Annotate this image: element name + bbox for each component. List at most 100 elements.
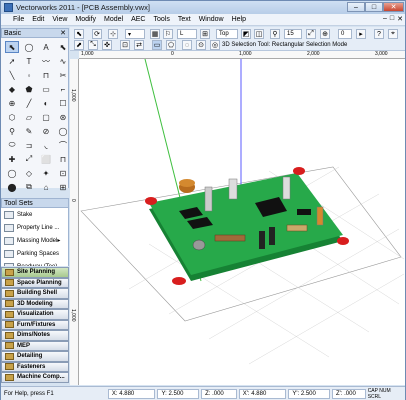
tool-icon[interactable]: ✦ (39, 167, 53, 179)
tool-icon[interactable]: ⬤ (5, 181, 19, 193)
zoom-field[interactable]: 15 (284, 29, 302, 39)
next-icon[interactable]: ▸ (356, 29, 366, 39)
title-bar[interactable]: Vectorworks 2011 - [PCB Assembly.vwx] – … (1, 1, 405, 14)
crystal[interactable] (204, 186, 213, 212)
tool-icon[interactable]: 〰 (39, 55, 53, 67)
tool-icon[interactable]: ◆ (5, 83, 19, 95)
resistor[interactable] (214, 234, 246, 242)
layer-field[interactable]: L (177, 29, 197, 39)
basic-palette-close-icon[interactable]: ✕ (60, 29, 66, 38)
y-field[interactable]: Y: 2.500 (157, 388, 200, 399)
tool-icon[interactable]: ▢ (39, 111, 53, 123)
page-field[interactable]: 0 (338, 29, 352, 39)
drawing-area[interactable] (79, 59, 405, 385)
tool-set-button[interactable]: Dims/Notes (1, 330, 69, 341)
tool-icon[interactable]: ☐ (56, 97, 70, 109)
tool-icon[interactable]: ⊓ (39, 69, 53, 81)
fit-icon[interactable]: ⤢ (306, 29, 316, 39)
tool-icon[interactable]: ⬉ (5, 41, 19, 53)
tool-set-button[interactable]: Space Planning (1, 277, 69, 288)
view-field[interactable]: Top (216, 29, 238, 39)
tool-icon[interactable]: T (22, 55, 36, 67)
menu-aec[interactable]: AEC (127, 16, 149, 23)
grid-icon[interactable]: ▦ (150, 29, 160, 39)
tool-icon[interactable]: ⌂ (39, 181, 53, 193)
bumper-foot[interactable] (172, 277, 186, 285)
resistor[interactable] (228, 178, 238, 200)
z-field[interactable]: Z: .000 (201, 388, 237, 399)
doc-close-button[interactable]: ✕ (397, 15, 403, 23)
y-prime-field[interactable]: Y': 2.500 (288, 388, 330, 399)
flip-icon[interactable]: ⇄ (134, 40, 144, 50)
bumper-foot[interactable] (145, 197, 157, 205)
menu-tools[interactable]: Tools (150, 16, 174, 23)
tool-icon[interactable]: ◇ (22, 167, 36, 179)
rect-select-icon[interactable]: ▭ (152, 40, 162, 50)
tool-set-button[interactable]: MEP (1, 340, 69, 351)
ic-chip[interactable] (297, 209, 311, 215)
tool-icon[interactable]: ⊛ (56, 111, 70, 123)
menu-view[interactable]: View (48, 16, 71, 23)
tool-icon[interactable]: ◐ (39, 97, 53, 109)
help-icon[interactable]: ? (374, 29, 384, 39)
rotate-mode-icon[interactable]: ⟳ (92, 29, 102, 39)
tool-icon[interactable]: ╱ (22, 97, 36, 109)
tool-icon[interactable]: ▱ (22, 111, 36, 123)
menu-edit[interactable]: Edit (28, 16, 48, 23)
group-icon[interactable]: ⊡ (120, 40, 130, 50)
tool-set-list-item[interactable]: Massing Model▸ (1, 234, 68, 247)
close-button[interactable]: ✕ (383, 2, 404, 12)
menu-help[interactable]: Help (228, 16, 250, 23)
selection-mode-1-icon[interactable]: ⬈ (74, 40, 84, 50)
tool-icon[interactable]: ✂ (56, 69, 70, 81)
resistor[interactable] (286, 224, 308, 232)
transistor[interactable] (192, 239, 206, 251)
render-mode-icon[interactable]: ◩ (241, 29, 251, 39)
tool-sets-title[interactable]: Tool Sets (1, 198, 69, 208)
x-field[interactable]: X: 4.880 (107, 388, 156, 399)
poly-select-icon[interactable]: ⬠ (166, 40, 176, 50)
tool-icon[interactable]: ⌒ (56, 139, 70, 151)
tool-icon[interactable]: ✚ (5, 153, 19, 165)
z-prime-field[interactable]: Z': .000 (331, 388, 366, 399)
tool-set-button[interactable]: Site Planning (1, 267, 69, 278)
tool-icon[interactable]: ⬟ (22, 83, 36, 95)
tool-set-list-item[interactable]: Parking Spaces (1, 247, 68, 260)
menu-modify[interactable]: Modify (71, 16, 100, 23)
bumper-foot[interactable] (337, 237, 349, 245)
lasso-icon[interactable]: ◌ (182, 40, 192, 50)
minimize-button[interactable]: – (347, 2, 365, 12)
tool-icon[interactable]: ⊕ (5, 97, 19, 109)
tool-set-button[interactable]: Furn/Fixtures (1, 319, 69, 330)
tool-icon[interactable]: ⊡ (56, 167, 70, 179)
jumper[interactable] (259, 231, 265, 249)
top-ruler[interactable]: 1,000 0 1,000 2,000 3,000 (79, 51, 405, 59)
left-ruler[interactable]: 1,000 0 1,000 (70, 59, 79, 385)
resistor[interactable] (316, 206, 324, 226)
tool-icon[interactable]: ⊓ (56, 153, 70, 165)
snap-mode-icon[interactable]: ⊹ (108, 29, 118, 39)
menu-file[interactable]: File (9, 16, 28, 23)
tool-icon[interactable]: ◦ (22, 69, 36, 81)
snap-settings-icon[interactable]: ⌖ (388, 29, 398, 39)
tool-icon[interactable]: ⊐ (22, 139, 36, 151)
resistor[interactable] (282, 176, 291, 200)
tool-icon[interactable]: ⬜ (39, 153, 53, 165)
tool-icon[interactable]: A (39, 41, 53, 53)
class-field[interactable]: ▾ (125, 29, 145, 39)
doc-minimize-button[interactable]: – (383, 15, 387, 23)
maximize-button[interactable]: □ (365, 2, 383, 12)
selection-mode-3-icon[interactable]: ✜ (102, 40, 112, 50)
tool-icon[interactable]: ⬡ (5, 111, 19, 123)
tool-set-button[interactable]: Detailing (1, 351, 69, 362)
tool-icon[interactable]: ⊞ (56, 181, 70, 193)
tool-icon[interactable]: ⬭ (5, 139, 19, 151)
tool-icon[interactable]: ⌐ (56, 83, 70, 95)
tool-icon[interactable]: ⊘ (39, 125, 53, 137)
tool-icon[interactable]: ✎ (22, 125, 36, 137)
lock-icon[interactable]: ⊕ (320, 29, 330, 39)
basic-palette-title[interactable]: Basic ✕ (1, 28, 69, 38)
projection-icon[interactable]: ◫ (254, 29, 264, 39)
tool-icon[interactable]: ∿ (56, 55, 70, 67)
tool-icon[interactable]: ➚ (5, 55, 19, 67)
